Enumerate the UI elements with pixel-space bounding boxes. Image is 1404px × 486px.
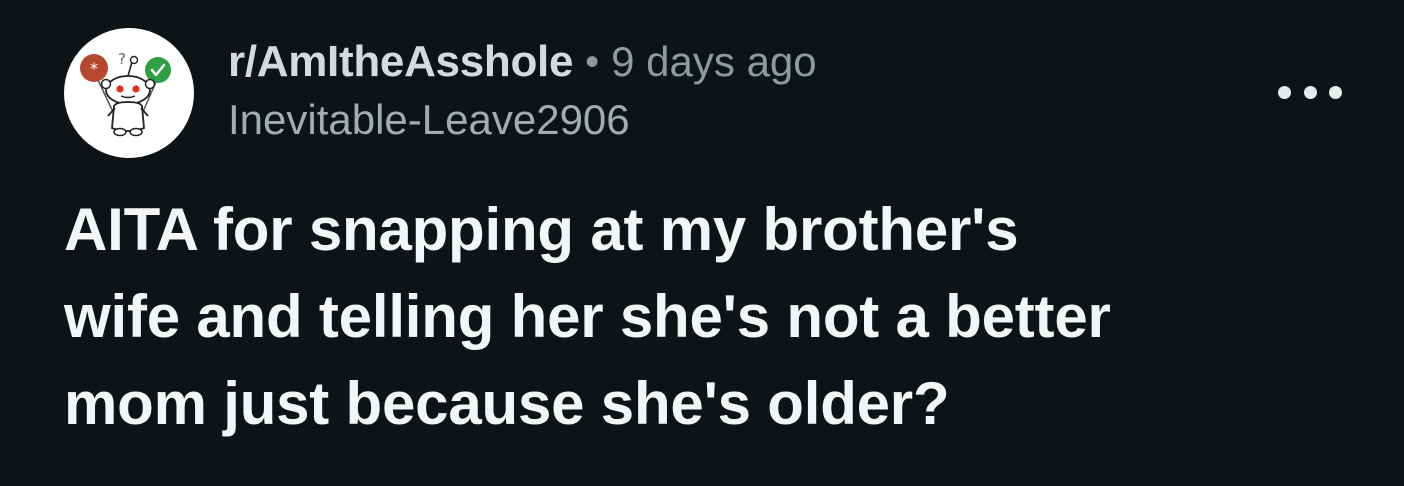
- post-title[interactable]: AITA for snapping at my brother's wife a…: [64, 186, 1374, 447]
- subreddit-avatar[interactable]: * ?: [64, 28, 194, 158]
- more-options-dot: [1278, 85, 1291, 99]
- more-options-dot: [1329, 85, 1342, 99]
- more-options-dot: [1303, 85, 1317, 99]
- svg-text:?: ?: [118, 50, 126, 68]
- post-title-line: wife and telling her she's not a better: [64, 283, 1111, 350]
- meta-separator: •: [585, 39, 600, 84]
- snoo-with-balloons-icon: * ?: [80, 50, 171, 137]
- more-options-icon[interactable]: [1278, 78, 1342, 106]
- post-meta: r/AmItheAsshole • 9 days ago Inevitable-…: [228, 34, 1284, 146]
- author-username[interactable]: Inevitable-Leave2906: [228, 94, 1284, 146]
- svg-text:*: *: [90, 59, 98, 78]
- subreddit-link[interactable]: r/AmItheAsshole: [228, 37, 573, 87]
- post-timestamp: 9 days ago: [611, 38, 817, 85]
- post-title-line: AITA for snapping at my brother's: [64, 196, 1019, 263]
- post-meta-line: r/AmItheAsshole • 9 days ago: [228, 34, 1284, 90]
- post-title-line: mom just because she's older?: [64, 370, 950, 437]
